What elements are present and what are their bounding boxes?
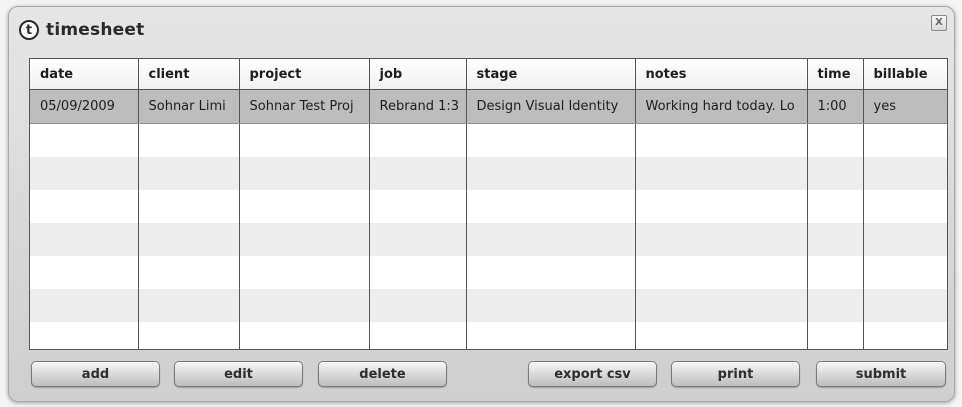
delete-button[interactable]: delete	[318, 361, 447, 387]
timesheet-logo-icon: t	[19, 20, 39, 40]
submit-button[interactable]: submit	[816, 361, 946, 387]
cell-billable[interactable]: yes	[863, 89, 947, 124]
column-header-job[interactable]: job	[369, 59, 467, 90]
cell-notes[interactable]: Working hard today. Lo	[635, 89, 808, 124]
column-header-time[interactable]: time	[807, 59, 864, 90]
edit-button[interactable]: edit	[174, 361, 303, 387]
cell-stage[interactable]: Design Visual Identity	[466, 89, 636, 124]
cell-job[interactable]: Rebrand 1:3	[369, 89, 467, 124]
column-header-date[interactable]: date	[30, 59, 139, 90]
add-button[interactable]: add	[31, 361, 160, 387]
header-row: date client project job stage notes time…	[30, 59, 947, 90]
timesheet-window: t timesheet X date client project job st…	[8, 6, 955, 402]
empty-table-row[interactable]	[30, 256, 947, 289]
column-header-stage[interactable]: stage	[466, 59, 636, 90]
title-bar: t timesheet	[19, 17, 144, 43]
table-row[interactable]: 05/09/2009 Sohnar Limi Sohnar Test Proj …	[30, 89, 947, 124]
empty-table-row[interactable]	[30, 322, 947, 349]
close-button[interactable]: X	[931, 15, 947, 31]
empty-table-row[interactable]	[30, 289, 947, 322]
empty-table-row[interactable]	[30, 190, 947, 223]
column-header-notes[interactable]: notes	[635, 59, 808, 90]
empty-table-row[interactable]	[30, 123, 947, 157]
window-title: timesheet	[46, 20, 145, 40]
column-header-project[interactable]: project	[239, 59, 370, 90]
timesheet-grid: date client project job stage notes time…	[29, 58, 948, 350]
print-button[interactable]: print	[671, 361, 800, 387]
column-header-billable[interactable]: billable	[863, 59, 947, 90]
cell-client[interactable]: Sohnar Limi	[138, 89, 240, 124]
empty-table-row[interactable]	[30, 223, 947, 256]
cell-date[interactable]: 05/09/2009	[30, 89, 139, 124]
cell-project[interactable]: Sohnar Test Proj	[239, 89, 370, 124]
column-header-client[interactable]: client	[138, 59, 240, 90]
cell-time[interactable]: 1:00	[807, 89, 864, 124]
timesheet-table: date client project job stage notes time…	[30, 59, 947, 349]
empty-table-row[interactable]	[30, 157, 947, 190]
export-csv-button[interactable]: export csv	[528, 361, 657, 387]
